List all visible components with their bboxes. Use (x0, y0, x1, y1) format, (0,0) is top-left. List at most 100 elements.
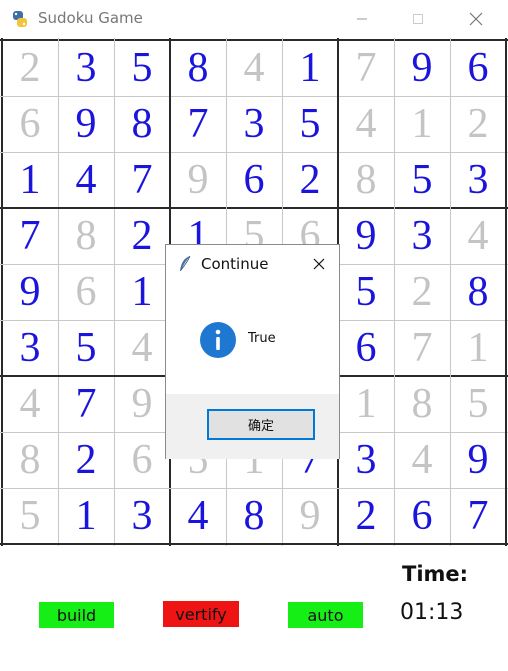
sudoku-cell[interactable]: 5 (394, 152, 450, 208)
grid-line (0, 488, 508, 489)
sudoku-cell[interactable]: 9 (170, 152, 226, 208)
info-icon (199, 321, 237, 359)
sudoku-cell[interactable]: 9 (394, 40, 450, 96)
sudoku-cell[interactable]: 8 (2, 432, 58, 488)
grid-line (0, 96, 508, 97)
sudoku-cell[interactable]: 5 (58, 320, 114, 376)
window-titlebar[interactable]: Sudoku Game (0, 0, 508, 38)
ok-button[interactable]: 确定 (207, 409, 315, 440)
dialog-footer: 确定 (166, 394, 339, 459)
sudoku-cell[interactable]: 1 (394, 96, 450, 152)
sudoku-cell[interactable]: 8 (226, 488, 282, 544)
sudoku-cell[interactable]: 8 (114, 96, 170, 152)
sudoku-cell[interactable]: 7 (114, 152, 170, 208)
sudoku-cell[interactable]: 2 (450, 96, 506, 152)
sudoku-cell[interactable]: 4 (58, 152, 114, 208)
dialog-titlebar[interactable]: Continue (166, 245, 339, 283)
sudoku-cell[interactable]: 5 (2, 488, 58, 544)
sudoku-cell[interactable]: 6 (226, 152, 282, 208)
sudoku-cell[interactable]: 9 (2, 264, 58, 320)
sudoku-cell[interactable]: 4 (2, 376, 58, 432)
sudoku-cell[interactable]: 3 (338, 432, 394, 488)
close-button[interactable] (448, 0, 504, 38)
maximize-icon (413, 14, 423, 24)
sudoku-cell[interactable]: 8 (58, 208, 114, 264)
sudoku-cell[interactable]: 3 (58, 40, 114, 96)
sudoku-cell[interactable]: 2 (114, 208, 170, 264)
window-title: Sudoku Game (38, 9, 143, 27)
grid-line (505, 38, 507, 546)
sudoku-cell[interactable]: 4 (114, 320, 170, 376)
sudoku-cell[interactable]: 2 (2, 40, 58, 96)
sudoku-cell[interactable]: 6 (394, 488, 450, 544)
sudoku-cell[interactable]: 3 (114, 488, 170, 544)
sudoku-cell[interactable]: 5 (282, 96, 338, 152)
minimize-button[interactable] (334, 0, 390, 38)
dialog-message: True (248, 331, 276, 346)
grid-line (0, 207, 508, 209)
sudoku-cell[interactable]: 7 (2, 208, 58, 264)
sudoku-cell[interactable]: 1 (2, 152, 58, 208)
time-label: Time: (402, 562, 469, 586)
sudoku-cell[interactable]: 8 (450, 264, 506, 320)
close-icon (313, 258, 325, 270)
sudoku-cell[interactable]: 4 (338, 96, 394, 152)
sudoku-cell[interactable]: 8 (338, 152, 394, 208)
sudoku-cell[interactable]: 9 (282, 488, 338, 544)
dialog-body: True (166, 283, 339, 394)
sudoku-cell[interactable]: 6 (450, 40, 506, 96)
sudoku-cell[interactable]: 5 (338, 264, 394, 320)
sudoku-cell[interactable]: 8 (394, 376, 450, 432)
sudoku-cell[interactable]: 8 (170, 40, 226, 96)
sudoku-cell[interactable]: 7 (394, 320, 450, 376)
grid-line (114, 38, 115, 546)
sudoku-cell[interactable]: 2 (338, 488, 394, 544)
sudoku-cell[interactable]: 6 (338, 320, 394, 376)
sudoku-cell[interactable]: 1 (450, 320, 506, 376)
build-button[interactable]: build (39, 602, 114, 628)
sudoku-cell[interactable]: 4 (394, 432, 450, 488)
sudoku-cell[interactable]: 6 (2, 96, 58, 152)
sudoku-cell[interactable]: 3 (226, 96, 282, 152)
sudoku-cell[interactable]: 4 (226, 40, 282, 96)
sudoku-cell[interactable]: 7 (170, 96, 226, 152)
grid-line (1, 38, 3, 546)
sudoku-cell[interactable]: 2 (394, 264, 450, 320)
dialog-close-button[interactable] (306, 251, 332, 277)
sudoku-cell[interactable]: 5 (114, 40, 170, 96)
sudoku-cell[interactable]: 7 (450, 488, 506, 544)
sudoku-cell[interactable]: 1 (338, 376, 394, 432)
sudoku-cell[interactable]: 2 (282, 152, 338, 208)
sudoku-cell[interactable]: 1 (58, 488, 114, 544)
grid-line (450, 38, 451, 546)
feather-icon (178, 255, 192, 273)
sudoku-cell[interactable]: 3 (450, 152, 506, 208)
sudoku-cell[interactable]: 9 (338, 208, 394, 264)
sudoku-cell[interactable]: 2 (58, 432, 114, 488)
grid-line (394, 38, 395, 546)
continue-dialog: Continue True 确定 (165, 244, 340, 459)
grid-line (0, 152, 508, 153)
grid-line (0, 39, 508, 41)
sudoku-cell[interactable]: 1 (282, 40, 338, 96)
sudoku-cell[interactable]: 7 (58, 376, 114, 432)
sudoku-cell[interactable]: 4 (450, 208, 506, 264)
grid-line (0, 543, 508, 545)
sudoku-cell[interactable]: 5 (450, 376, 506, 432)
grid-line (58, 38, 59, 546)
verify-button[interactable]: vertify (163, 601, 239, 627)
sudoku-cell[interactable]: 9 (58, 96, 114, 152)
sudoku-cell[interactable]: 3 (2, 320, 58, 376)
sudoku-cell[interactable]: 9 (450, 432, 506, 488)
sudoku-cell[interactable]: 6 (114, 432, 170, 488)
sudoku-cell[interactable]: 9 (114, 376, 170, 432)
sudoku-cell[interactable]: 7 (338, 40, 394, 96)
sudoku-cell[interactable]: 4 (170, 488, 226, 544)
auto-button[interactable]: auto (288, 602, 363, 628)
sudoku-cell[interactable]: 1 (114, 264, 170, 320)
minimize-icon (357, 18, 367, 20)
maximize-button[interactable] (390, 0, 446, 38)
sudoku-cell[interactable]: 3 (394, 208, 450, 264)
sudoku-cell[interactable]: 6 (58, 264, 114, 320)
time-value: 01:13 (400, 600, 464, 625)
